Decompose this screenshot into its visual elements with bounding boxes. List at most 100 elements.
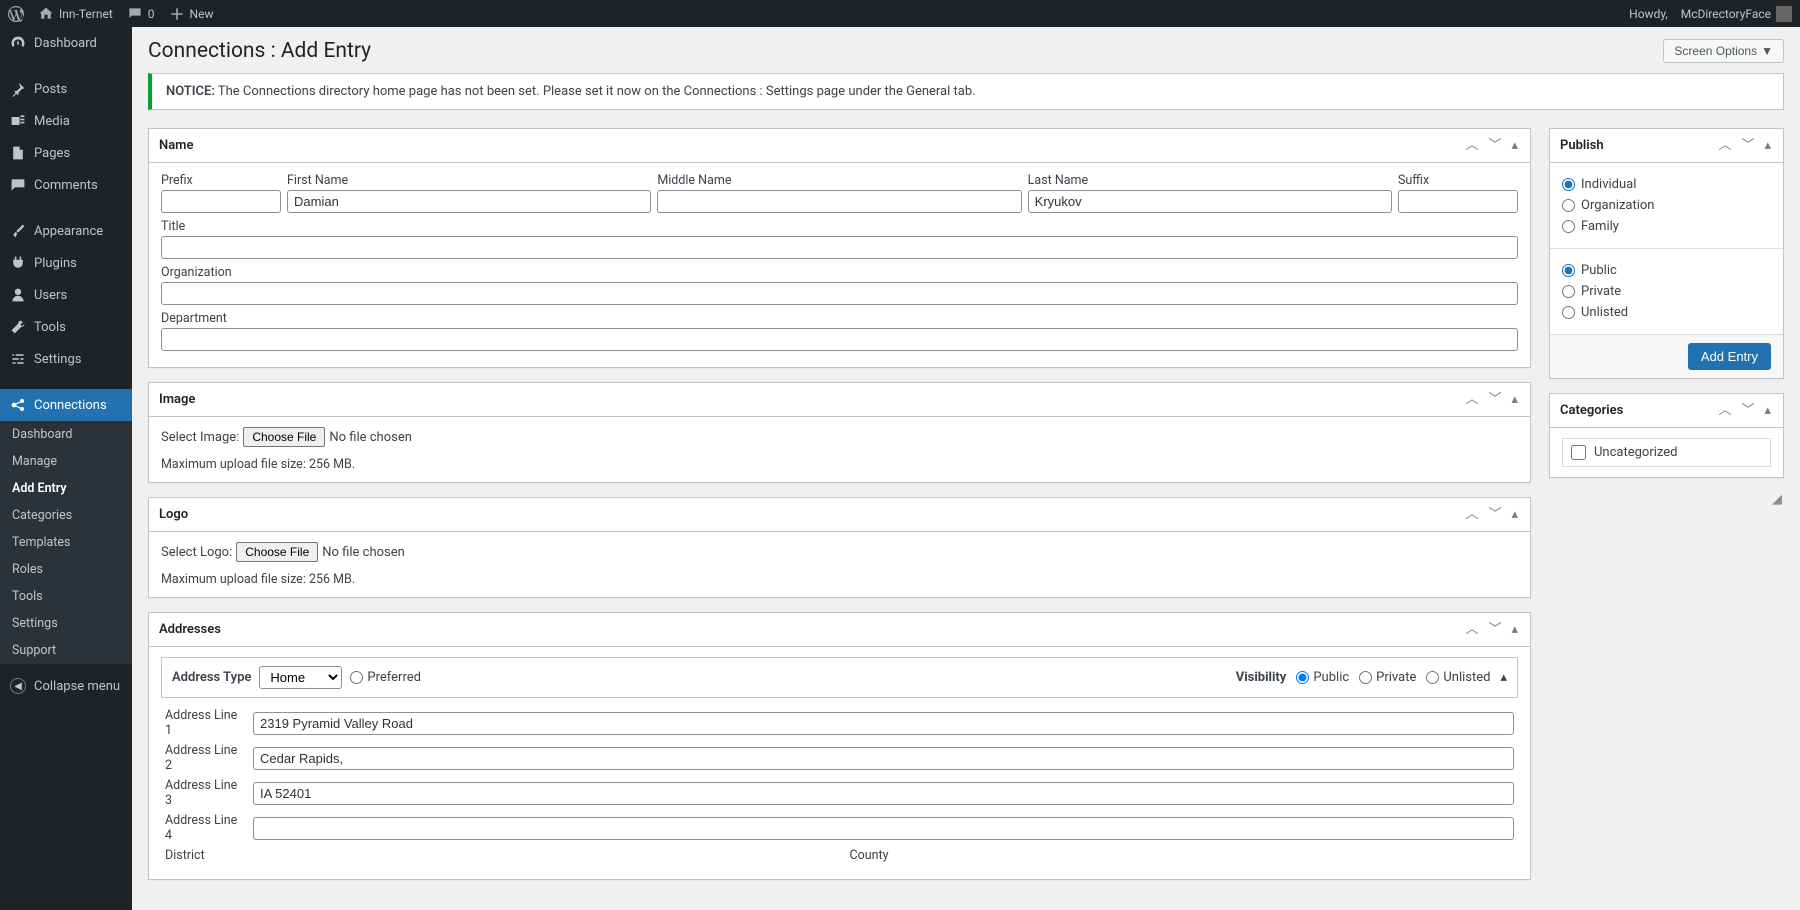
- preferred-radio[interactable]: [350, 671, 363, 684]
- choose-file-button[interactable]: Choose File: [236, 542, 318, 562]
- last-name-input[interactable]: [1028, 190, 1392, 213]
- submenu-support[interactable]: Support: [0, 637, 132, 664]
- addr-line2-input[interactable]: [253, 747, 1514, 770]
- first-name-input[interactable]: [287, 190, 651, 213]
- postbox-title: Categories: [1560, 403, 1623, 418]
- postbox-name: Name ︿ ﹀ ▴ Prefix First Name Middle Name: [148, 128, 1531, 368]
- submenu-templates[interactable]: Templates: [0, 529, 132, 556]
- move-up-icon[interactable]: ︿: [1463, 621, 1480, 638]
- menu-dashboard[interactable]: Dashboard: [0, 27, 132, 59]
- move-down-icon[interactable]: ﹀: [1486, 391, 1503, 408]
- chevron-down-icon: ▼: [1761, 44, 1773, 58]
- entry-type-individual-radio[interactable]: [1562, 178, 1575, 191]
- category-uncategorized-checkbox[interactable]: [1571, 445, 1586, 460]
- title-input[interactable]: [161, 236, 1518, 259]
- postbox-title: Logo: [159, 507, 188, 522]
- menu-pages[interactable]: Pages: [0, 137, 132, 169]
- toggle-icon[interactable]: ▴: [1509, 621, 1520, 638]
- menu-plugins[interactable]: Plugins: [0, 247, 132, 279]
- publish-private-radio[interactable]: [1562, 285, 1575, 298]
- addr-line2-label: Address Line 2: [165, 743, 245, 773]
- add-entry-button[interactable]: Add Entry: [1688, 343, 1771, 370]
- submenu-settings[interactable]: Settings: [0, 610, 132, 637]
- visibility-private-radio[interactable]: [1359, 671, 1372, 684]
- addr-line1-input[interactable]: [253, 712, 1514, 735]
- visibility-public-radio[interactable]: [1296, 671, 1309, 684]
- connections-icon: [10, 397, 26, 413]
- plugin-icon: [10, 255, 26, 271]
- organization-input[interactable]: [161, 282, 1518, 305]
- title-label: Title: [161, 219, 1518, 234]
- district-label: District: [165, 848, 830, 863]
- max-upload-text: Maximum upload file size: 256 MB.: [161, 572, 1518, 587]
- postbox-addresses: Addresses ︿ ﹀ ▴ Address Type Home: [148, 612, 1531, 880]
- addr-line3-label: Address Line 3: [165, 778, 245, 808]
- menu-posts[interactable]: Posts: [0, 73, 132, 105]
- submenu-categories[interactable]: Categories: [0, 502, 132, 529]
- postbox-title: Image: [159, 392, 195, 407]
- county-label: County: [850, 848, 1515, 863]
- adminbar-comments[interactable]: 0: [127, 6, 155, 22]
- plus-icon: [169, 6, 185, 22]
- choose-file-button[interactable]: Choose File: [243, 427, 325, 447]
- last-name-label: Last Name: [1028, 173, 1392, 188]
- menu-users[interactable]: Users: [0, 279, 132, 311]
- submenu-manage[interactable]: Manage: [0, 448, 132, 475]
- menu-connections[interactable]: Connections: [0, 389, 132, 421]
- submenu-tools[interactable]: Tools: [0, 583, 132, 610]
- move-up-icon[interactable]: ︿: [1463, 137, 1480, 154]
- collapse-menu[interactable]: ◀Collapse menu: [0, 670, 132, 702]
- menu-tools[interactable]: Tools: [0, 311, 132, 343]
- move-down-icon[interactable]: ﹀: [1739, 137, 1756, 154]
- site-home[interactable]: Inn-Ternet: [38, 6, 113, 22]
- submenu-add-entry[interactable]: Add Entry: [0, 475, 132, 502]
- toggle-icon[interactable]: ▴: [1509, 137, 1520, 154]
- collapse-address-icon[interactable]: ▴: [1500, 670, 1507, 685]
- media-icon: [10, 113, 26, 129]
- adminbar-account[interactable]: Howdy, McDirectoryFace: [1629, 6, 1792, 22]
- page-title: Connections : Add Entry: [148, 39, 371, 63]
- toggle-icon[interactable]: ▴: [1762, 137, 1773, 154]
- visibility-unlisted-radio[interactable]: [1426, 671, 1439, 684]
- submenu-dashboard[interactable]: Dashboard: [0, 421, 132, 448]
- postbox-title: Name: [159, 138, 193, 153]
- toggle-icon[interactable]: ▴: [1762, 402, 1773, 419]
- page-icon: [10, 145, 26, 161]
- menu-comments[interactable]: Comments: [0, 169, 132, 201]
- user-icon: [10, 287, 26, 303]
- move-up-icon[interactable]: ︿: [1463, 391, 1480, 408]
- addr-line4-input[interactable]: [253, 817, 1514, 840]
- menu-media[interactable]: Media: [0, 105, 132, 137]
- move-down-icon[interactable]: ﹀: [1486, 137, 1503, 154]
- postbox-title: Publish: [1560, 138, 1604, 153]
- category-label: Uncategorized: [1594, 445, 1677, 460]
- addr-line3-input[interactable]: [253, 782, 1514, 805]
- screen-options-button[interactable]: Screen Options ▼: [1663, 39, 1784, 63]
- toggle-icon[interactable]: ▴: [1509, 391, 1520, 408]
- move-down-icon[interactable]: ﹀: [1486, 506, 1503, 523]
- menu-settings[interactable]: Settings: [0, 343, 132, 375]
- wp-logo[interactable]: [8, 6, 24, 22]
- prefix-input[interactable]: [161, 190, 281, 213]
- entry-type-organization-radio[interactable]: [1562, 199, 1575, 212]
- move-down-icon[interactable]: ﹀: [1486, 621, 1503, 638]
- publish-public-radio[interactable]: [1562, 264, 1575, 277]
- resize-handle-icon[interactable]: ◢: [1549, 492, 1784, 507]
- entry-type-family-radio[interactable]: [1562, 220, 1575, 233]
- suffix-input[interactable]: [1398, 190, 1518, 213]
- submenu-roles[interactable]: Roles: [0, 556, 132, 583]
- adminbar-new[interactable]: New: [169, 6, 214, 22]
- publish-unlisted-radio[interactable]: [1562, 306, 1575, 319]
- prefix-label: Prefix: [161, 173, 281, 188]
- toggle-icon[interactable]: ▴: [1509, 506, 1520, 523]
- move-down-icon[interactable]: ﹀: [1739, 402, 1756, 419]
- move-up-icon[interactable]: ︿: [1716, 402, 1733, 419]
- move-up-icon[interactable]: ︿: [1716, 137, 1733, 154]
- postbox-title: Addresses: [159, 622, 221, 637]
- department-input[interactable]: [161, 328, 1518, 351]
- middle-name-input[interactable]: [657, 190, 1021, 213]
- menu-appearance[interactable]: Appearance: [0, 215, 132, 247]
- suffix-label: Suffix: [1398, 173, 1518, 188]
- address-type-select[interactable]: Home: [259, 666, 342, 689]
- move-up-icon[interactable]: ︿: [1463, 506, 1480, 523]
